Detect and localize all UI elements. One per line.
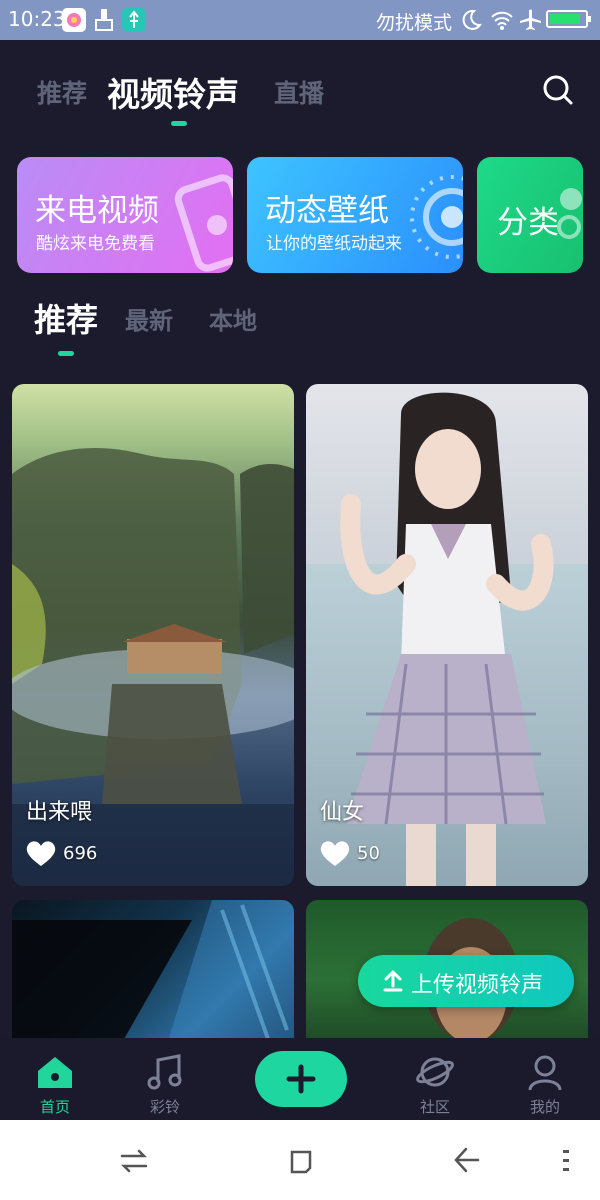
nav-profile[interactable]: 我的 bbox=[505, 1046, 585, 1118]
nav-ringtone[interactable]: 彩铃 bbox=[125, 1046, 205, 1118]
bottom-nav: 首页 彩铃 社区 我的 bbox=[0, 1038, 600, 1120]
nav-community[interactable]: 社区 bbox=[395, 1046, 475, 1118]
nav-label: 首页 bbox=[39, 1098, 70, 1116]
tile-title: 仙女 bbox=[320, 800, 365, 825]
app-notification-icon bbox=[62, 8, 86, 32]
top-tab-recommend[interactable]: 推荐 bbox=[37, 74, 87, 110]
video-tile[interactable]: 仙女 50 bbox=[306, 384, 588, 886]
nav-label: 社区 bbox=[419, 1098, 450, 1116]
card-incoming-video[interactable]: 来电视频 酷炫来电免费看 bbox=[17, 157, 233, 273]
like-count: 696 bbox=[63, 843, 98, 864]
music-note-icon bbox=[147, 1054, 182, 1090]
system-nav-bar bbox=[0, 1120, 600, 1200]
sub-tab-latest[interactable]: 最新 bbox=[125, 301, 173, 336]
dnd-label: 勿扰模式 bbox=[376, 12, 453, 34]
card-subtitle: 酷炫来电免费看 bbox=[36, 234, 155, 254]
top-tab-live[interactable]: 直播 bbox=[274, 74, 324, 110]
card-subtitle: 让你的壁纸动起来 bbox=[266, 234, 402, 254]
moon-icon bbox=[460, 9, 483, 35]
status-time: 10:23 bbox=[8, 7, 66, 31]
nav-create-button[interactable] bbox=[255, 1051, 347, 1107]
wifi-icon bbox=[490, 9, 514, 35]
sub-tab-indicator bbox=[58, 351, 74, 356]
heart-icon[interactable] bbox=[319, 839, 351, 871]
like-count: 50 bbox=[357, 843, 380, 864]
status-bar: 10:23 勿扰模式 bbox=[0, 0, 600, 40]
wallpaper-icon bbox=[410, 175, 463, 259]
video-tile[interactable] bbox=[12, 900, 294, 1060]
usb-icon bbox=[122, 8, 146, 32]
nav-label: 我的 bbox=[529, 1098, 560, 1116]
card-category[interactable]: 分类 bbox=[477, 157, 583, 273]
back-icon[interactable] bbox=[452, 1146, 480, 1174]
nav-label: 彩铃 bbox=[149, 1098, 180, 1116]
user-icon bbox=[528, 1055, 562, 1091]
recent-apps-icon[interactable] bbox=[120, 1148, 148, 1174]
menu-dots-icon[interactable] bbox=[562, 1148, 570, 1174]
battery-icon bbox=[546, 10, 591, 28]
sub-tab-local[interactable]: 本地 bbox=[209, 301, 257, 336]
sub-tab-recommend[interactable]: 推荐 bbox=[34, 295, 98, 341]
tile-title: 出来喂 bbox=[26, 800, 93, 825]
upload-video-ringtone-button[interactable]: 上传视频铃声 bbox=[358, 955, 574, 1007]
video-tile[interactable]: 出来喂 696 bbox=[12, 384, 294, 886]
abstract-thumbnail bbox=[12, 900, 294, 1060]
phone-video-icon bbox=[174, 174, 233, 272]
search-icon[interactable] bbox=[542, 74, 574, 110]
cleaner-notification-icon bbox=[92, 8, 116, 32]
home-square-icon[interactable] bbox=[288, 1148, 314, 1174]
heart-icon[interactable] bbox=[25, 839, 57, 871]
card-live-wallpaper[interactable]: 动态壁纸 让你的壁纸动起来 bbox=[247, 157, 463, 273]
top-tab-indicator bbox=[171, 121, 187, 126]
card-title: 分类 bbox=[497, 205, 559, 241]
home-icon bbox=[38, 1057, 72, 1088]
plus-icon bbox=[286, 1064, 316, 1094]
top-tab-video-ringtone[interactable]: 视频铃声 bbox=[107, 68, 239, 116]
nav-home[interactable]: 首页 bbox=[15, 1046, 95, 1118]
airplane-icon bbox=[518, 8, 542, 36]
planet-icon bbox=[416, 1057, 454, 1087]
card-title: 来电视频 bbox=[35, 193, 159, 229]
upload-button-label: 上传视频铃声 bbox=[411, 973, 544, 998]
card-title: 动态壁纸 bbox=[265, 193, 389, 229]
upload-icon bbox=[383, 970, 403, 992]
